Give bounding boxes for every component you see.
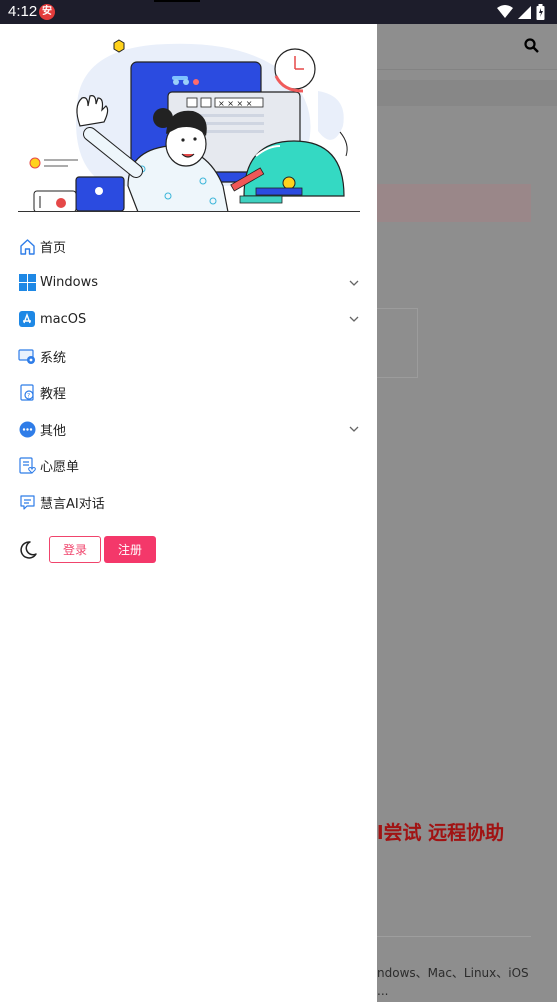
menu-item-label: 心愿单 — [40, 460, 80, 476]
chevron-down-icon[interactable] — [348, 313, 360, 325]
menu-item-label: 教程 — [40, 387, 67, 403]
login-button[interactable]: 登录 — [49, 536, 101, 563]
camera-notch — [154, 0, 200, 2]
background-banner — [377, 184, 531, 222]
background-stripe — [377, 80, 557, 106]
gesture-bar — [0, 1002, 557, 1007]
background-footnote: ndows、Mac、Linux、iOS — [377, 966, 529, 980]
windows-icon — [18, 274, 36, 292]
signal-icon — [518, 5, 531, 19]
menu-item-label: 系统 — [40, 350, 67, 366]
chevron-down-icon[interactable] — [348, 277, 360, 289]
menu-item-windows[interactable]: Windows — [18, 265, 362, 302]
menu-item-ai-chat[interactable]: 慧言AI对话 — [18, 484, 362, 521]
svg-text:× × × ×: × × × × — [218, 99, 252, 108]
system-icons — [497, 4, 545, 20]
svg-text:?: ? — [27, 393, 30, 400]
menu-item-label: Windows — [40, 275, 99, 291]
navigation-drawer: × × × × 首页 Windows macOS 系统 ? 教程 其他 心愿单 … — [0, 24, 377, 1007]
menu-item-label: macOS — [40, 311, 87, 327]
menu-item-system[interactable]: 系统 — [18, 338, 362, 375]
wishlist-icon — [18, 457, 36, 475]
app-notification-icon: 安 — [39, 4, 55, 20]
system-icon — [18, 347, 36, 365]
status-bar: 4:12 安 — [0, 0, 557, 24]
menu-item-label: 其他 — [40, 423, 67, 439]
hero-baseline — [18, 211, 360, 212]
app-store-icon — [18, 310, 36, 328]
background-footnote-more: ... — [377, 984, 389, 998]
more-icon — [18, 420, 36, 438]
divider — [377, 936, 531, 937]
status-time: 4:12 — [8, 3, 38, 20]
home-icon — [18, 237, 36, 255]
menu-item-label: 慧言AI对话 — [40, 496, 105, 512]
hero-illustration: × × × × — [29, 39, 348, 212]
menu-item-other[interactable]: 其他 — [18, 411, 362, 448]
chevron-down-icon[interactable] — [348, 423, 360, 435]
register-button[interactable]: 注册 — [104, 536, 156, 563]
dark-mode-toggle-icon[interactable] — [18, 540, 38, 560]
background-card — [377, 308, 418, 378]
battery-icon — [536, 4, 545, 20]
tutorial-icon: ? — [18, 384, 36, 402]
auth-row: 登录 注册 — [18, 536, 156, 563]
search-icon — [524, 38, 539, 53]
wifi-icon — [497, 5, 513, 18]
menu-item-macos[interactable]: macOS — [18, 301, 362, 338]
chat-icon — [18, 493, 36, 511]
background-headline: l尝试 远程协助 — [377, 822, 505, 844]
menu-item-home[interactable]: 首页 — [18, 228, 362, 265]
menu-item-tutorial[interactable]: ? 教程 — [18, 374, 362, 411]
menu-item-wishlist[interactable]: 心愿单 — [18, 448, 362, 485]
drawer-menu: 首页 Windows macOS 系统 ? 教程 其他 心愿单 慧言AI对话 — [18, 228, 362, 521]
menu-item-label: 首页 — [40, 240, 67, 256]
